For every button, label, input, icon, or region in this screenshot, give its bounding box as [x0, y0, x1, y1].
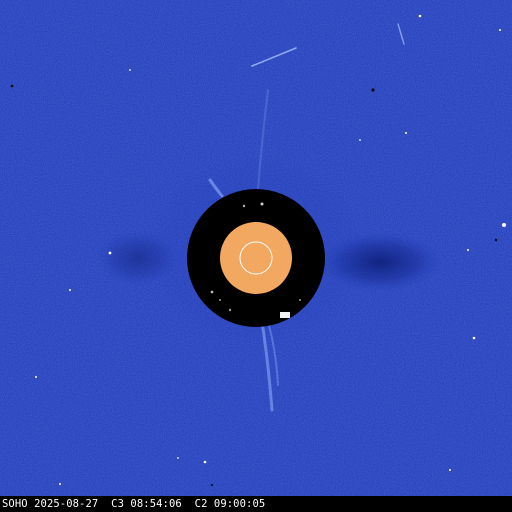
star — [203, 460, 207, 464]
star — [177, 457, 179, 459]
star — [108, 251, 112, 255]
speck — [211, 484, 213, 486]
sun-disk — [220, 222, 292, 294]
star — [499, 29, 501, 31]
artifact — [299, 299, 301, 301]
star — [418, 14, 422, 18]
artifact — [242, 204, 246, 208]
star — [449, 469, 451, 471]
coronagraph-image: SOHO 2025-08-27 C3 08:54:06 C2 09:00:05 — [0, 0, 512, 512]
star — [35, 376, 37, 378]
star — [472, 336, 476, 340]
speck — [10, 84, 14, 88]
caption-bar: SOHO 2025-08-27 C3 08:54:06 C2 09:00:05 — [0, 496, 512, 512]
image-caption: SOHO 2025-08-27 C3 08:54:06 C2 09:00:05 — [2, 498, 266, 510]
artifact — [260, 202, 264, 206]
star — [59, 483, 61, 485]
star — [129, 69, 131, 71]
star — [69, 289, 71, 291]
artifact — [228, 308, 232, 312]
star — [502, 223, 506, 227]
star — [359, 139, 361, 141]
artifact-bright — [280, 312, 290, 318]
coronagraph-field — [0, 0, 512, 496]
artifact — [219, 299, 221, 301]
speck — [371, 88, 375, 92]
artifact — [210, 290, 214, 294]
star — [405, 132, 407, 134]
speck — [494, 238, 498, 242]
star — [467, 249, 469, 251]
